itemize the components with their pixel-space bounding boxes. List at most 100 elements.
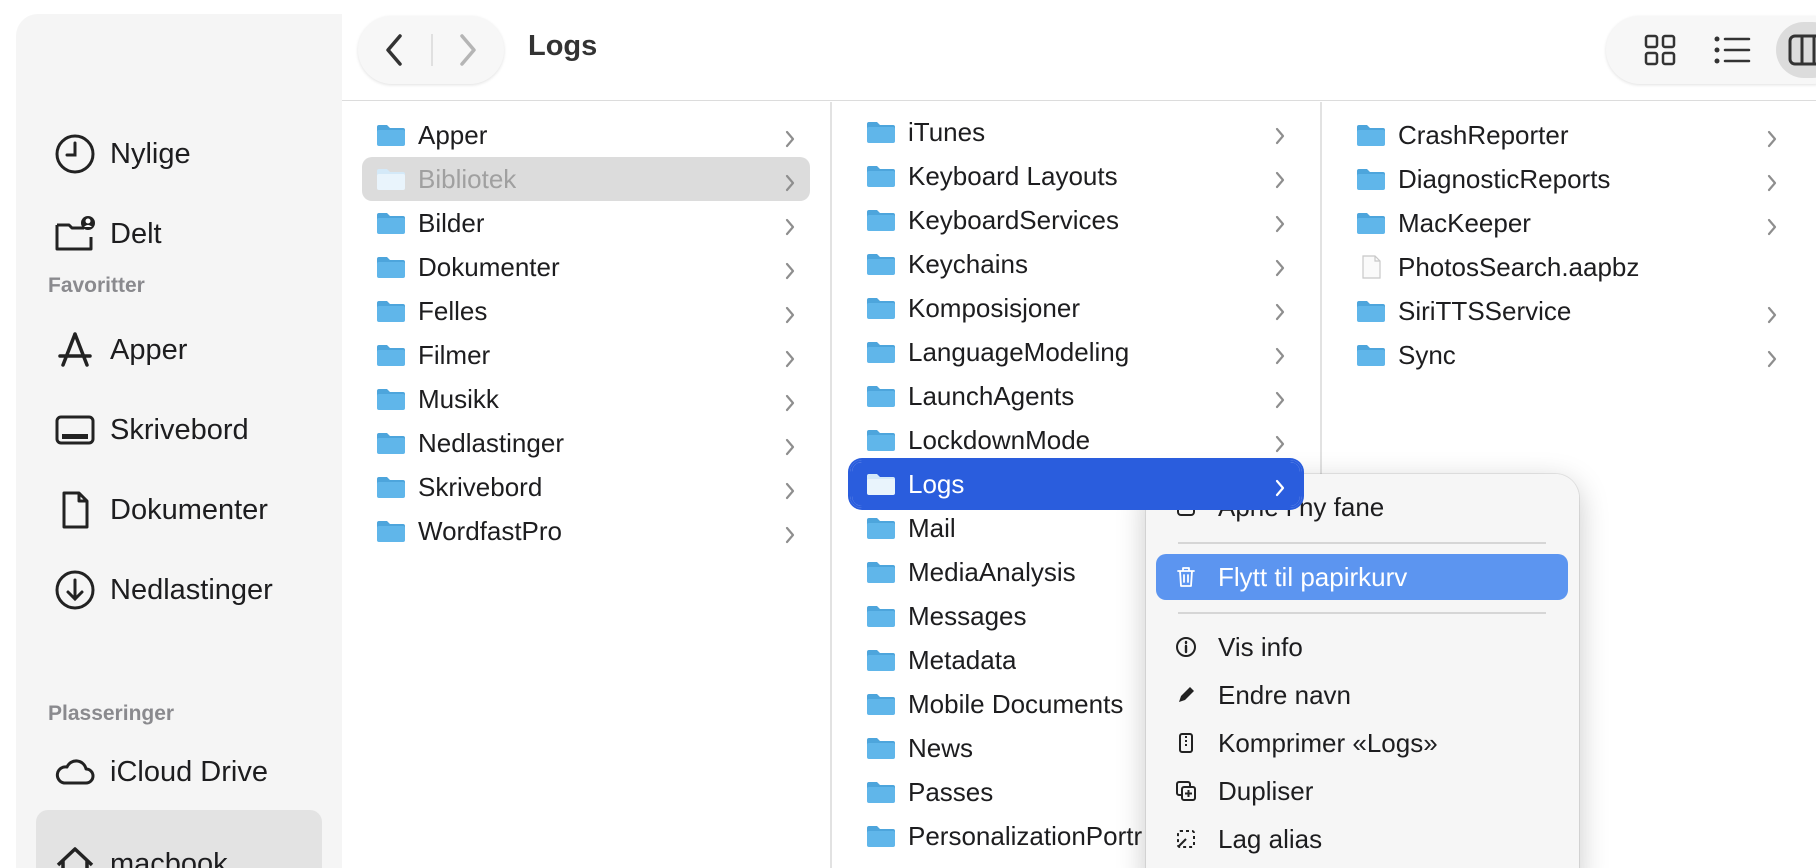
sidebar-item-downloads[interactable]: Nedlastinger xyxy=(52,564,273,616)
sidebar-item-documents[interactable]: Dokumenter xyxy=(52,484,268,536)
list-item-label: LanguageModeling xyxy=(908,336,1130,367)
list-item-label: MacKeeper xyxy=(1398,207,1531,238)
list-item[interactable]: Komposisjoner xyxy=(852,286,1300,330)
list-view-button[interactable] xyxy=(1700,22,1764,78)
list-item-label: News xyxy=(908,732,974,763)
sidebar-item-label: Delt xyxy=(110,217,162,250)
list-item-label: Mail xyxy=(908,512,956,543)
columns-icon xyxy=(1788,34,1816,66)
sidebar-item-label: Nedlastinger xyxy=(110,573,273,606)
folder-icon xyxy=(866,604,908,628)
list-item[interactable]: WordfastPro xyxy=(362,509,810,553)
apps-icon xyxy=(52,327,98,373)
chevron-right-icon xyxy=(1274,342,1286,365)
list-item[interactable]: Filmer xyxy=(362,333,810,377)
list-item[interactable]: Passes xyxy=(852,770,1300,814)
sidebar-item-desktop[interactable]: Skrivebord xyxy=(52,404,249,456)
chevron-right-icon xyxy=(1274,166,1286,189)
folder-icon xyxy=(866,472,908,496)
list-item[interactable]: PersonalizationPortr xyxy=(852,814,1300,858)
list-item[interactable]: Mobile Documents xyxy=(852,682,1300,726)
back-button[interactable] xyxy=(358,16,430,84)
home-icon xyxy=(52,841,98,868)
list-item-label: LockdownMode xyxy=(908,424,1091,455)
chevron-right-icon xyxy=(784,433,796,456)
folder-icon xyxy=(376,431,418,455)
download-icon xyxy=(52,567,98,613)
list-item[interactable]: MediaAnalysis xyxy=(852,550,1300,594)
folder-icon xyxy=(866,560,908,584)
folder-icon xyxy=(866,736,908,760)
list-item-label: KeyboardServices xyxy=(908,204,1119,235)
folder-icon xyxy=(376,475,418,499)
sidebar-item-icloud[interactable]: iCloud Drive xyxy=(52,746,268,798)
sidebar-item-shared[interactable]: Delt xyxy=(52,208,162,260)
list-item-label: SiriTTSService xyxy=(1398,295,1572,326)
chevron-right-icon xyxy=(1766,125,1778,148)
list-item-label: Skrivebord xyxy=(418,471,543,502)
list-item[interactable]: SiriTTSService xyxy=(1342,289,1792,333)
list-item[interactable]: Metadata xyxy=(852,638,1300,682)
list-item[interactable]: Keychains xyxy=(852,242,1300,286)
list-item[interactable]: PhotosSearch.aapbz xyxy=(1342,245,1792,289)
list-item[interactable]: Apper xyxy=(362,113,810,157)
chevron-right-icon xyxy=(1766,301,1778,324)
list-item[interactable]: Bibliotek xyxy=(362,157,810,201)
forward-button[interactable] xyxy=(432,16,504,84)
toolbar: Logs xyxy=(342,0,1816,101)
chevron-left-icon xyxy=(386,34,402,66)
list-item-label: iTunes xyxy=(908,116,986,147)
folder-icon xyxy=(866,384,908,408)
list-item[interactable]: Messages xyxy=(852,594,1300,638)
list-item[interactable]: MacKeeper xyxy=(1342,201,1792,245)
list-item-label: Filmer xyxy=(418,339,491,370)
chevron-right-icon xyxy=(1274,430,1286,453)
list-item-label: WordfastPro xyxy=(418,515,563,546)
list-item[interactable]: Bilder xyxy=(362,201,810,245)
sidebar-item-apps[interactable]: Apper xyxy=(52,324,187,376)
list-item[interactable]: Skrivebord xyxy=(362,465,810,509)
list-item-label: Messages xyxy=(908,600,1027,631)
list-item[interactable]: Sync xyxy=(1342,333,1792,377)
list-item[interactable]: Felles xyxy=(362,289,810,333)
list-item-label: Bibliotek xyxy=(418,163,517,194)
file-icon xyxy=(1356,255,1398,279)
list-item[interactable]: CrashReporter xyxy=(1342,113,1792,157)
chevron-right-icon xyxy=(784,301,796,324)
chevron-right-icon xyxy=(784,257,796,280)
list-item[interactable]: Nedlastinger xyxy=(362,421,810,465)
chevron-right-icon xyxy=(784,521,796,544)
chevron-right-icon xyxy=(1274,122,1286,145)
document-icon xyxy=(52,487,98,533)
chevron-right-icon xyxy=(784,345,796,368)
list-item[interactable]: Dokumenter xyxy=(362,245,810,289)
list-item-label: Bilder xyxy=(418,207,485,238)
folder-icon xyxy=(866,164,908,188)
list-item-label: PersonalizationPortr xyxy=(908,820,1143,851)
column-view-button[interactable] xyxy=(1776,22,1816,78)
list-item[interactable]: Logs xyxy=(850,460,1302,508)
list-item-label: CrashReporter xyxy=(1398,119,1569,150)
sidebar-item-recents[interactable]: Nylige xyxy=(52,128,191,180)
list-item[interactable]: DiagnosticReports xyxy=(1342,157,1792,201)
folder-icon xyxy=(376,519,418,543)
list-item[interactable]: Keyboard Layouts xyxy=(852,154,1300,198)
sidebar-item-macbook[interactable]: macbook xyxy=(52,838,228,868)
chevron-right-icon xyxy=(1766,213,1778,236)
list-item[interactable]: Musikk xyxy=(362,377,810,421)
icon-view-button[interactable] xyxy=(1628,22,1692,78)
list-item[interactable]: News xyxy=(852,726,1300,770)
list-item[interactable]: LanguageModeling xyxy=(852,330,1300,374)
list-item[interactable]: KeyboardServices xyxy=(852,198,1300,242)
folder-icon xyxy=(866,120,908,144)
folder-icon xyxy=(1356,167,1398,191)
navigation-controls xyxy=(358,16,504,84)
list-item[interactable]: iTunes xyxy=(852,110,1300,154)
chevron-right-icon xyxy=(1274,254,1286,277)
list-item[interactable]: LockdownMode xyxy=(852,418,1300,462)
list-item[interactable]: LaunchAgents xyxy=(852,374,1300,418)
list-item[interactable]: Mail xyxy=(852,506,1300,550)
folder-icon xyxy=(866,648,908,672)
list-item-label: Logs xyxy=(908,468,965,499)
chevron-right-icon xyxy=(784,169,796,192)
